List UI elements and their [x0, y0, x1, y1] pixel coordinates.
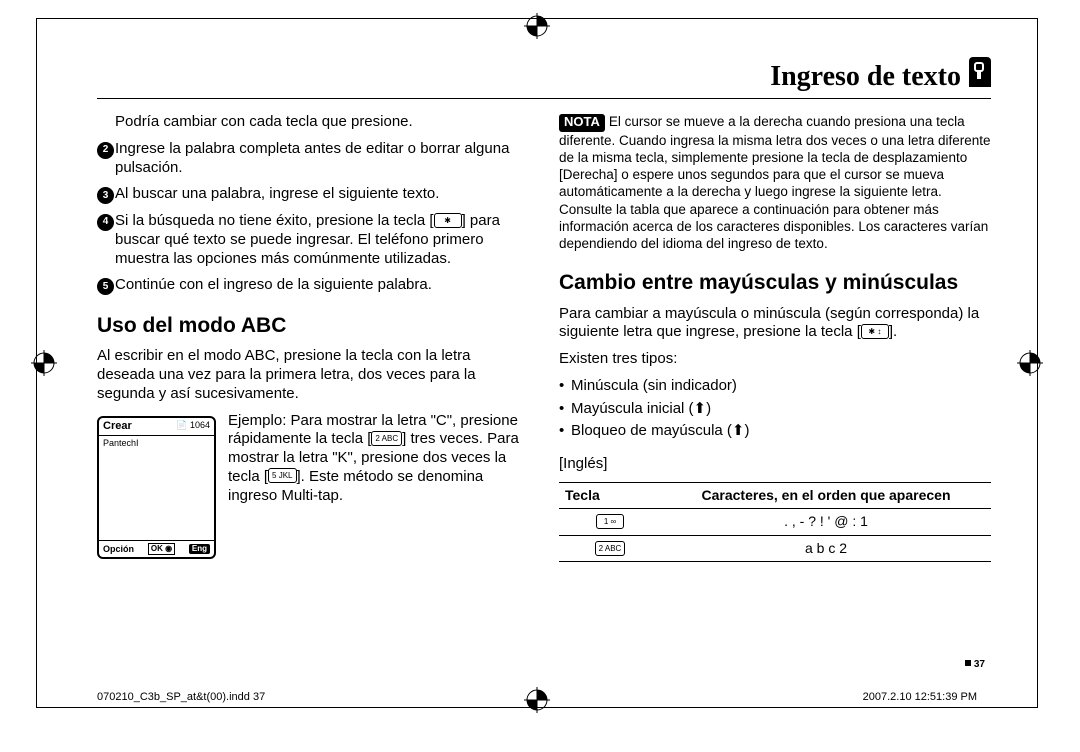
bullet-lowercase: Minúscula (sin indicador): [559, 377, 991, 396]
key-2-icon: 2 ABC: [595, 541, 626, 556]
intro-line: Podría cambiar con cada tecla que presio…: [97, 113, 529, 132]
key-5-icon: 5 JKL: [268, 468, 296, 483]
step-2: 2 Ingrese la palabra completa antes de e…: [97, 140, 529, 178]
cell-chars: a b c 2: [661, 535, 991, 562]
shift-key-icon: ✱ ↕: [861, 324, 889, 339]
page-number: 37: [965, 659, 985, 672]
table-row: 1 ∞ . , - ? ! ' @ : 1: [559, 509, 991, 536]
left-column: Podría cambiar con cada tecla que presio…: [97, 113, 529, 562]
example-text-c: . Este método se denomina ingreso Multi-…: [228, 468, 483, 504]
phone-softkey-left: Opción: [103, 544, 134, 555]
print-footer: 070210_C3b_SP_at&t(00).indd 37 2007.2.10…: [97, 691, 977, 705]
cell-key: 2 ABC: [559, 535, 661, 562]
section-heading-abc: Uso del modo ABC: [97, 313, 529, 339]
nota-body: El cursor se mueve a la derecha cuando p…: [559, 114, 991, 251]
page-frame: Ingreso de texto Podría cambiar con cada…: [36, 18, 1038, 708]
key-character-table: Tecla Caracteres, en el orden que aparec…: [559, 482, 991, 563]
right-column: NOTAEl cursor se mueve a la derecha cuan…: [559, 113, 991, 562]
step-number-icon: 2: [97, 142, 114, 159]
step-text-a: Si la búsqueda no tiene éxito, presione …: [115, 212, 429, 229]
th-key: Tecla: [559, 482, 661, 509]
step-number-icon: 3: [97, 187, 114, 204]
cell-chars: . , - ? ! ' @ : 1: [661, 509, 991, 536]
th-chars: Caracteres, en el orden que aparecen: [661, 482, 991, 509]
key-2-icon: 2 ABC: [371, 431, 402, 446]
footer-timestamp: 2007.2.10 12:51:39 PM: [863, 691, 977, 705]
example-block: Crear 📄 1064 PantechI Opción OK ◉ Eng Ej…: [97, 412, 529, 506]
step-text: Ingrese la palabra completa antes de edi…: [115, 140, 509, 176]
case-bullet-list: Minúscula (sin indicador) Mayúscula inic…: [559, 377, 991, 441]
key-1-icon: 1 ∞: [596, 514, 624, 529]
bullet-initial-cap: Mayúscula inicial (⬆): [559, 400, 991, 419]
abc-lead: Al escribir en el modo ABC, presione la …: [97, 347, 529, 403]
step-4: 4 Si la búsqueda no tiene éxito, presion…: [97, 212, 529, 268]
page-title: Ingreso de texto: [770, 59, 961, 94]
section-tab-icon: [969, 57, 991, 87]
exist-line: Existen tres tipos:: [559, 350, 991, 369]
phone-body: PantechI: [99, 436, 214, 540]
section-heading-case: Cambio entre mayúsculas y minúsculas: [559, 270, 991, 296]
step-3: 3 Al buscar una palabra, ingrese el sigu…: [97, 185, 529, 204]
phone-softkey-right: Eng: [189, 544, 210, 554]
phone-footer: Opción OK ◉ Eng: [99, 540, 214, 557]
nota-badge: NOTA: [559, 114, 605, 132]
step-number-icon: 5: [97, 278, 114, 295]
step-text: Al buscar una palabra, ingrese el siguie…: [115, 185, 439, 202]
step-text: Continúe con el ingreso de la siguiente …: [115, 276, 432, 293]
case-lead: Para cambiar a mayúscula o minúscula (se…: [559, 305, 991, 343]
page-header: Ingreso de texto: [97, 59, 991, 99]
phone-screen-illustration: Crear 📄 1064 PantechI Opción OK ◉ Eng: [97, 416, 216, 560]
phone-header: Crear 📄 1064: [99, 418, 214, 437]
case-lead-a: Para cambiar a mayúscula o minúscula (se…: [559, 305, 979, 341]
step-5: 5 Continúe con el ingreso de la siguient…: [97, 276, 529, 295]
phone-softkey-mid: OK ◉: [148, 543, 175, 555]
star-key-icon: ✱: [434, 213, 462, 228]
table-row: 2 ABC a b c 2: [559, 535, 991, 562]
phone-title: Crear: [103, 420, 132, 434]
footer-filename: 070210_C3b_SP_at&t(00).indd 37: [97, 691, 265, 705]
cell-key: 1 ∞: [559, 509, 661, 536]
case-lead-b: .: [893, 323, 897, 340]
content-area: Ingreso de texto Podría cambiar con cada…: [37, 19, 1037, 707]
phone-count: 📄 1064: [176, 420, 210, 434]
step-number-icon: 4: [97, 214, 114, 231]
lang-label: [Inglés]: [559, 455, 991, 474]
bullet-caps-lock: Bloqueo de mayúscula (⬆): [559, 422, 991, 441]
nota-block: NOTAEl cursor se mueve a la derecha cuan…: [559, 113, 991, 252]
two-column-layout: Podría cambiar con cada tecla que presio…: [97, 113, 991, 562]
